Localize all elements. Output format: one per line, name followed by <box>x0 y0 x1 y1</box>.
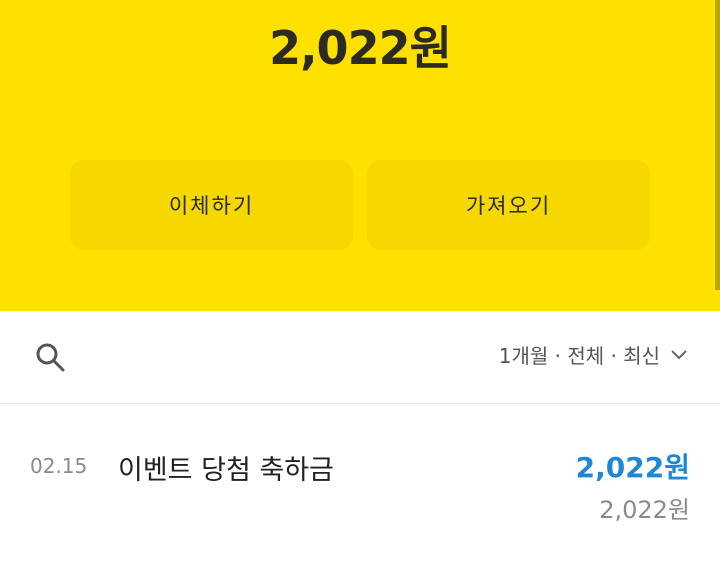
transaction-amount: 2,022원 <box>575 451 690 484</box>
filter-bar: 1개월 · 전체 · 최신 <box>0 311 720 404</box>
transaction-title: 이벤트 당첨 축하금 <box>118 455 334 486</box>
transfer-button[interactable]: 이체하기 <box>70 160 353 250</box>
transaction-balance: 2,022원 <box>599 496 690 524</box>
transaction-row[interactable]: 02.15 이벤트 당첨 축하금 2,022원 2,022원 <box>0 404 720 534</box>
transaction-date: 02.15 <box>30 454 88 478</box>
filter-label: 1개월 · 전체 · 최신 <box>498 344 660 368</box>
balance-header: 2,022원 이체하기 가져오기 <box>0 0 720 311</box>
fetch-button[interactable]: 가져오기 <box>367 160 650 250</box>
period-filter-dropdown[interactable]: 1개월 · 전체 · 최신 <box>499 340 688 369</box>
chevron-down-icon <box>671 349 687 359</box>
balance-amount: 2,022원 <box>269 21 452 75</box>
scrollbar[interactable] <box>715 0 720 290</box>
search-icon[interactable] <box>34 341 66 373</box>
